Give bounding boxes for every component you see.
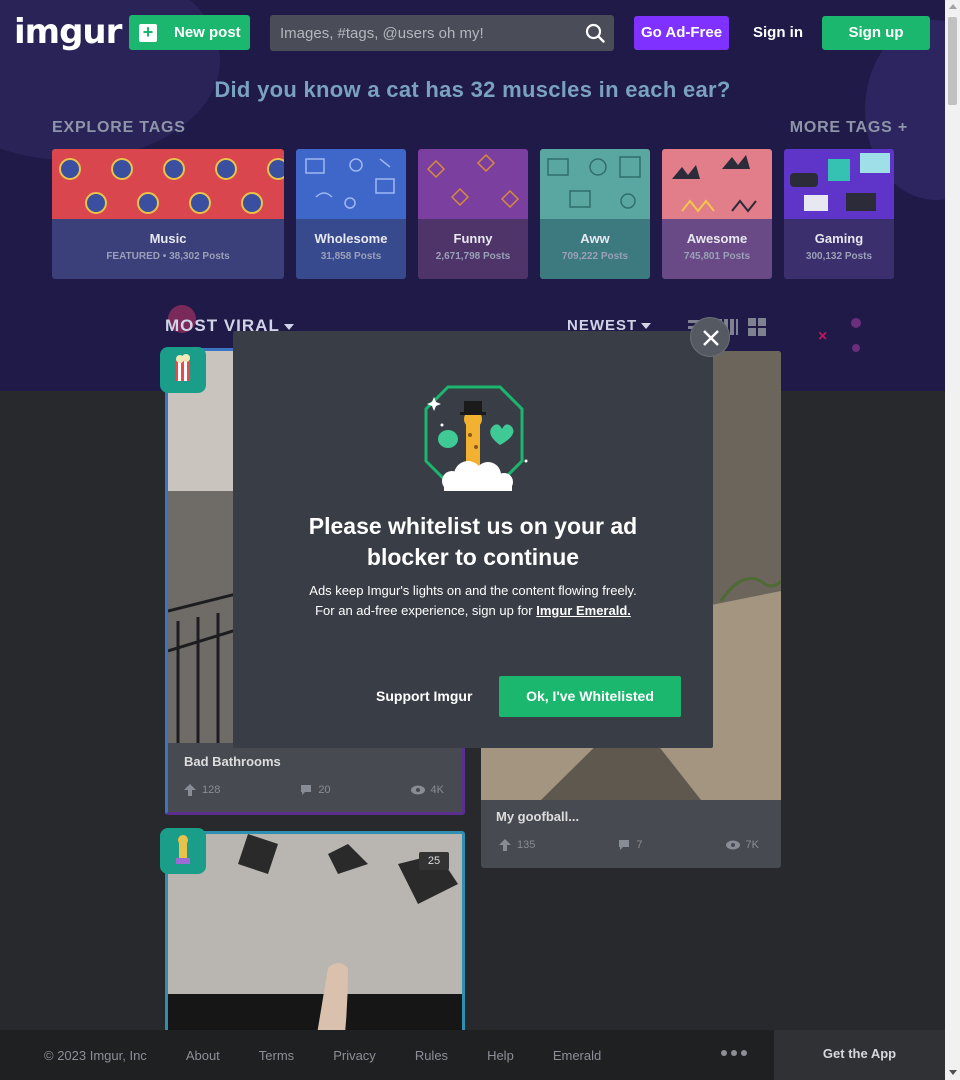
whitelisted-button[interactable]: Ok, I've Whitelisted — [499, 676, 681, 717]
adblock-modal: Please whitelist us on your ad blocker t… — [233, 317, 730, 748]
view-count: 4K — [430, 784, 444, 796]
post-title: My goofball... — [496, 809, 580, 824]
modal-body-line: For an ad-free experience, sign up for I… — [233, 603, 713, 618]
tag-pattern-funny — [418, 149, 528, 219]
tag-card-gaming[interactable]: Gaming 300,132 Posts — [784, 149, 894, 279]
go-ad-free-button[interactable]: Go Ad-Free — [634, 16, 729, 50]
close-icon — [703, 330, 719, 346]
modal-body-line: Ads keep Imgur's lights on and the conte… — [309, 583, 637, 598]
tag-card-music[interactable]: Music FEATURED • 38,302 Posts — [52, 149, 284, 279]
tag-card-awesome[interactable]: Awesome 745,801 Posts — [662, 149, 772, 279]
tag-info: Aww 709,222 Posts — [540, 219, 650, 279]
decorative-dot — [852, 344, 860, 352]
more-options-icon[interactable] — [721, 1050, 747, 1056]
search-icon[interactable] — [585, 23, 605, 43]
post-stats: 128 20 4K — [184, 784, 444, 796]
copyright: © 2023 Imgur, Inc — [44, 1047, 147, 1063]
tag-name: Funny — [453, 231, 493, 246]
footer-link-privacy[interactable]: Privacy — [333, 1048, 376, 1063]
footer-link-emerald[interactable]: Emerald — [553, 1048, 601, 1063]
page-scrollbar[interactable] — [945, 0, 960, 1080]
footer: © 2023 Imgur, Inc About Terms Privacy Ru… — [0, 1030, 945, 1080]
tag-info: Funny 2,671,798 Posts — [418, 219, 528, 279]
imgur-emerald-link[interactable]: Imgur Emerald. — [536, 603, 631, 618]
chevron-down-icon — [283, 323, 294, 330]
eye-icon — [725, 840, 740, 850]
tag-post-count: FEATURED • 38,302 Posts — [106, 251, 230, 262]
footer-link-terms[interactable]: Terms — [259, 1048, 294, 1063]
tag-post-count: 300,132 Posts — [805, 251, 873, 262]
sign-in-link[interactable]: Sign in — [753, 24, 803, 41]
tag-pattern-wholesome — [296, 149, 406, 219]
chevron-down-icon — [641, 323, 652, 330]
modal-heading: Please whitelist us on your ad blocker t… — [308, 513, 638, 570]
search-bar — [270, 15, 614, 51]
upvote-count: 128 — [202, 784, 221, 796]
tag-pattern-awesome — [662, 149, 772, 219]
upvote-icon[interactable] — [184, 784, 196, 796]
new-post-label: New post — [174, 24, 241, 41]
post-award-badge-icon — [160, 828, 206, 874]
close-modal-button[interactable] — [690, 317, 730, 357]
image-count-badge: 25 — [419, 852, 449, 870]
more-tags-link[interactable]: MORE TAGS + — [790, 119, 908, 137]
upvote-count: 135 — [517, 839, 536, 851]
tag-card-aww[interactable]: Aww 709,222 Posts — [540, 149, 650, 279]
footer-link-help[interactable]: Help — [487, 1048, 514, 1063]
get-the-app-button[interactable]: Get the App — [774, 1030, 945, 1080]
scroll-down-arrow-icon[interactable] — [949, 1070, 957, 1075]
modal-body-prefix: For an ad-free experience, sign up for — [315, 603, 533, 618]
tag-card-funny[interactable]: Funny 2,671,798 Posts — [418, 149, 528, 279]
comment-icon — [301, 785, 312, 795]
sign-up-button[interactable]: Sign up — [822, 16, 930, 50]
tag-name: Gaming — [814, 231, 864, 246]
upvote-icon[interactable] — [499, 839, 511, 851]
scrollbar-thumb[interactable] — [948, 17, 957, 105]
decorative-dot — [851, 318, 861, 328]
eye-icon — [410, 785, 425, 795]
comment-count: 20 — [318, 784, 331, 796]
tag-post-count: 709,222 Posts — [561, 251, 629, 262]
explore-tags-title: EXPLORE TAGS — [52, 119, 186, 136]
support-imgur-button[interactable]: Support Imgur — [376, 688, 472, 704]
post-award-badge-icon — [160, 347, 206, 393]
tag-post-count: 2,671,798 Posts — [435, 251, 511, 262]
footer-link-about[interactable]: About — [186, 1048, 220, 1063]
tag-pattern-music — [52, 149, 284, 219]
scroll-up-arrow-icon[interactable] — [949, 4, 957, 9]
tag-card-wholesome[interactable]: Wholesome 31,858 Posts — [296, 149, 406, 279]
plus-icon: + — [139, 23, 157, 42]
comment-icon — [619, 840, 630, 850]
tag-info: Wholesome 31,858 Posts — [296, 219, 406, 279]
tag-pattern-gaming — [784, 149, 894, 219]
post-title: Bad Bathrooms — [184, 754, 281, 769]
fun-fact-banner: Did you know a cat has 32 muscles in eac… — [214, 77, 731, 102]
tag-info: Awesome 745,801 Posts — [662, 219, 772, 279]
grid-view-icon[interactable] — [748, 318, 766, 336]
tag-pattern-aww — [540, 149, 650, 219]
tag-name: Wholesome — [314, 231, 388, 246]
tag-info: Music FEATURED • 38,302 Posts — [52, 219, 284, 279]
tag-post-count: 31,858 Posts — [320, 251, 382, 262]
tag-name: Aww — [580, 231, 610, 246]
search-input[interactable] — [280, 15, 580, 51]
comment-count: 7 — [636, 839, 643, 851]
post-stats: 135 7 7K — [499, 839, 759, 851]
new-post-button[interactable]: + New post — [129, 15, 250, 50]
giraffe-mascot-icon — [424, 385, 528, 491]
imgur-logo[interactable]: imgur — [14, 12, 122, 52]
view-count: 7K — [745, 839, 759, 851]
tag-info: Gaming 300,132 Posts — [784, 219, 894, 279]
tag-post-count: 745,801 Posts — [683, 251, 751, 262]
tag-name: Awesome — [686, 231, 748, 246]
footer-link-rules[interactable]: Rules — [415, 1048, 448, 1063]
decorative-cross-icon: × — [818, 328, 828, 345]
tag-name: Music — [149, 231, 187, 246]
